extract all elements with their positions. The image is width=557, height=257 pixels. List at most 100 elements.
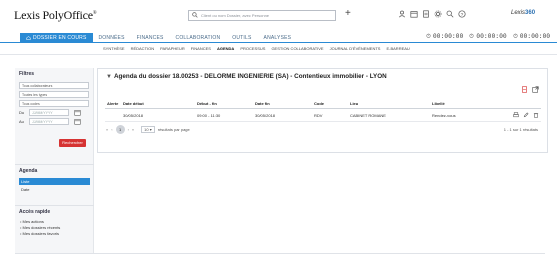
- date-from-input[interactable]: JJ/MM/YYYY: [29, 109, 69, 116]
- cell-place: CABINET ROMANE: [348, 108, 430, 122]
- card-actions: [521, 86, 539, 93]
- stopwatch-icon: [513, 33, 518, 40]
- pdf-export-icon[interactable]: [521, 86, 528, 93]
- row-actions-wrap: [511, 112, 539, 118]
- quick-access-link[interactable]: Mes dossiers récents: [20, 225, 89, 230]
- column-header[interactable]: Code: [312, 99, 348, 109]
- agenda-view-item[interactable]: Date: [19, 186, 90, 193]
- main-tab-label: DOSSIER EN COURS: [33, 35, 87, 41]
- app-logo[interactable]: Lexis PolyOffice®: [14, 8, 97, 23]
- calendar-icon[interactable]: [410, 10, 418, 18]
- cell-start-date: 30/05/2018: [121, 108, 195, 122]
- calendar-icon[interactable]: [74, 118, 81, 125]
- agenda-table: Alerte Date début Début - fin Date fin Code L…: [105, 99, 541, 122]
- sub-tab[interactable]: PARAPHEUR: [157, 45, 188, 52]
- timer[interactable]: 00:00:00: [426, 33, 463, 40]
- stopwatch-icon: [426, 33, 431, 40]
- lexis360-link[interactable]: Lexis360: [511, 10, 535, 16]
- column-header[interactable]: Début - fin: [195, 99, 253, 109]
- svg-text:?: ?: [461, 12, 464, 18]
- app-window: Lexis PolyOffice® Client ou nom Dossier,…: [0, 0, 557, 257]
- add-icon[interactable]: +: [345, 9, 351, 19]
- sub-tab[interactable]: AGENDA: [214, 45, 237, 52]
- sub-tab[interactable]: JOURNAL D'ÉVÉNEMENTS: [327, 45, 384, 52]
- column-header[interactable]: Alerte: [105, 99, 121, 109]
- help-icon[interactable]: ?: [458, 10, 466, 18]
- next-page-icon[interactable]: ›: [128, 127, 129, 132]
- timer[interactable]: 00:00:00: [513, 33, 550, 40]
- main-tab-label: COLLABORATION: [175, 35, 221, 41]
- quick-access-items: Mes actionsMes dossiers récentsMes dossi…: [15, 219, 94, 236]
- global-search-input[interactable]: Client ou nom Dossier, avec Personne: [188, 10, 336, 21]
- codes-select[interactable]: Tous codes: [19, 100, 89, 107]
- page-size-select[interactable]: 10 ▾: [141, 126, 155, 133]
- cell-time: 09:00 - 11:30: [195, 108, 253, 122]
- edit-icon[interactable]: [523, 112, 529, 118]
- home-icon: [26, 36, 31, 40]
- document-icon[interactable]: [422, 10, 430, 18]
- search-icon: [192, 12, 198, 18]
- main-tab[interactable]: ANALYSES: [258, 33, 298, 43]
- quick-access-panel: Accès rapide Mes actionsMes dossiers réc…: [15, 205, 94, 237]
- cell-label: Rendez-vous: [430, 108, 509, 122]
- main-tab[interactable]: OUTILS: [226, 33, 257, 43]
- column-header[interactable]: Libellé: [430, 99, 509, 109]
- quick-access-link[interactable]: Mes actions: [20, 219, 89, 224]
- agenda-items: Liste Date: [15, 178, 94, 193]
- quick-access-link[interactable]: Mes dossiers favoris: [20, 231, 89, 236]
- cell-end-date: 30/05/2018: [253, 108, 312, 122]
- print-icon[interactable]: [513, 112, 519, 118]
- delete-icon[interactable]: [533, 112, 539, 118]
- user-icon[interactable]: [398, 10, 406, 18]
- footer-divider: [15, 253, 545, 254]
- card-title[interactable]: ▼ Agenda du dossier 18.00253 - DELORME IN…: [106, 73, 387, 80]
- cell-alert: [105, 108, 121, 122]
- column-header[interactable]: Lieu: [348, 99, 430, 109]
- date-to-input[interactable]: JJ/MM/YYYY: [29, 118, 69, 125]
- current-page[interactable]: 1: [115, 125, 125, 134]
- calendar-icon[interactable]: [74, 109, 81, 116]
- main-tab[interactable]: DOSSIER EN COURS: [20, 33, 93, 43]
- sub-tab[interactable]: FINANCES: [188, 45, 214, 52]
- timers: 00:00:00 00:00:00 00:00:00: [426, 33, 550, 40]
- timer-value: 00:00:00: [519, 33, 551, 40]
- main-tabs: DOSSIER EN COURS DONNÉES FINANCES COLLABORA…: [20, 33, 297, 43]
- search-button[interactable]: Rechercher: [59, 139, 86, 147]
- stopwatch-icon: [469, 33, 474, 40]
- date-from-row: Du JJ/MM/YYYY: [19, 109, 89, 116]
- subtab-divider: [0, 54, 557, 55]
- sub-tab[interactable]: RÉDACTION: [128, 45, 158, 52]
- settings-icon[interactable]: [434, 10, 442, 18]
- main-tab[interactable]: FINANCES: [131, 33, 170, 43]
- search-icon[interactable]: [446, 10, 454, 18]
- table-row[interactable]: 30/05/2018 09:00 - 11:30 30/05/2018 RDV CABI…: [105, 108, 541, 122]
- search-placeholder: Client ou nom Dossier, avec Personne: [201, 13, 270, 18]
- last-page-icon[interactable]: »: [132, 127, 134, 132]
- sub-tab[interactable]: PROCESSUS: [237, 45, 268, 52]
- table-body: 30/05/2018 09:00 - 11:30 30/05/2018 RDV CABI…: [105, 108, 541, 122]
- column-header[interactable]: Date fin: [253, 99, 312, 109]
- main-tab[interactable]: COLLABORATION: [170, 33, 227, 43]
- agenda-view-item[interactable]: Liste: [19, 178, 90, 185]
- agenda-card: ▼ Agenda du dossier 18.00253 - DELORME IN…: [97, 68, 548, 153]
- quick-access-title: Accès rapide: [19, 209, 51, 215]
- sub-tab[interactable]: SYNTHÈSE: [100, 45, 128, 52]
- open-external-icon[interactable]: [532, 86, 539, 93]
- column-header[interactable]: Date début: [121, 99, 195, 109]
- column-header-actions: [509, 99, 541, 109]
- timer-value: 00:00:00: [476, 33, 507, 40]
- first-page-icon[interactable]: «: [106, 127, 108, 132]
- timer[interactable]: 00:00:00: [469, 33, 507, 40]
- table-header-row: Alerte Date début Début - fin Date fin Code L…: [105, 99, 541, 109]
- types-select[interactable]: Toutes les types: [19, 91, 89, 98]
- sub-tab[interactable]: GESTION COLLABORATIVE: [268, 45, 326, 52]
- prev-page-icon[interactable]: ‹: [111, 127, 112, 132]
- date-to-row: Au JJ/MM/YYYY: [19, 118, 89, 125]
- filters-title: Filtres: [19, 71, 35, 77]
- sub-tab[interactable]: E-BARREAU: [383, 45, 412, 52]
- collaborators-select[interactable]: Tous collaborateurs: [19, 82, 89, 89]
- sidebar: Filtres Tous collaborateurs Toutes les t…: [15, 68, 94, 253]
- main-tab-label: ANALYSES: [263, 35, 292, 41]
- main-tab[interactable]: DONNÉES: [93, 33, 131, 43]
- header-tools: ?: [398, 10, 466, 18]
